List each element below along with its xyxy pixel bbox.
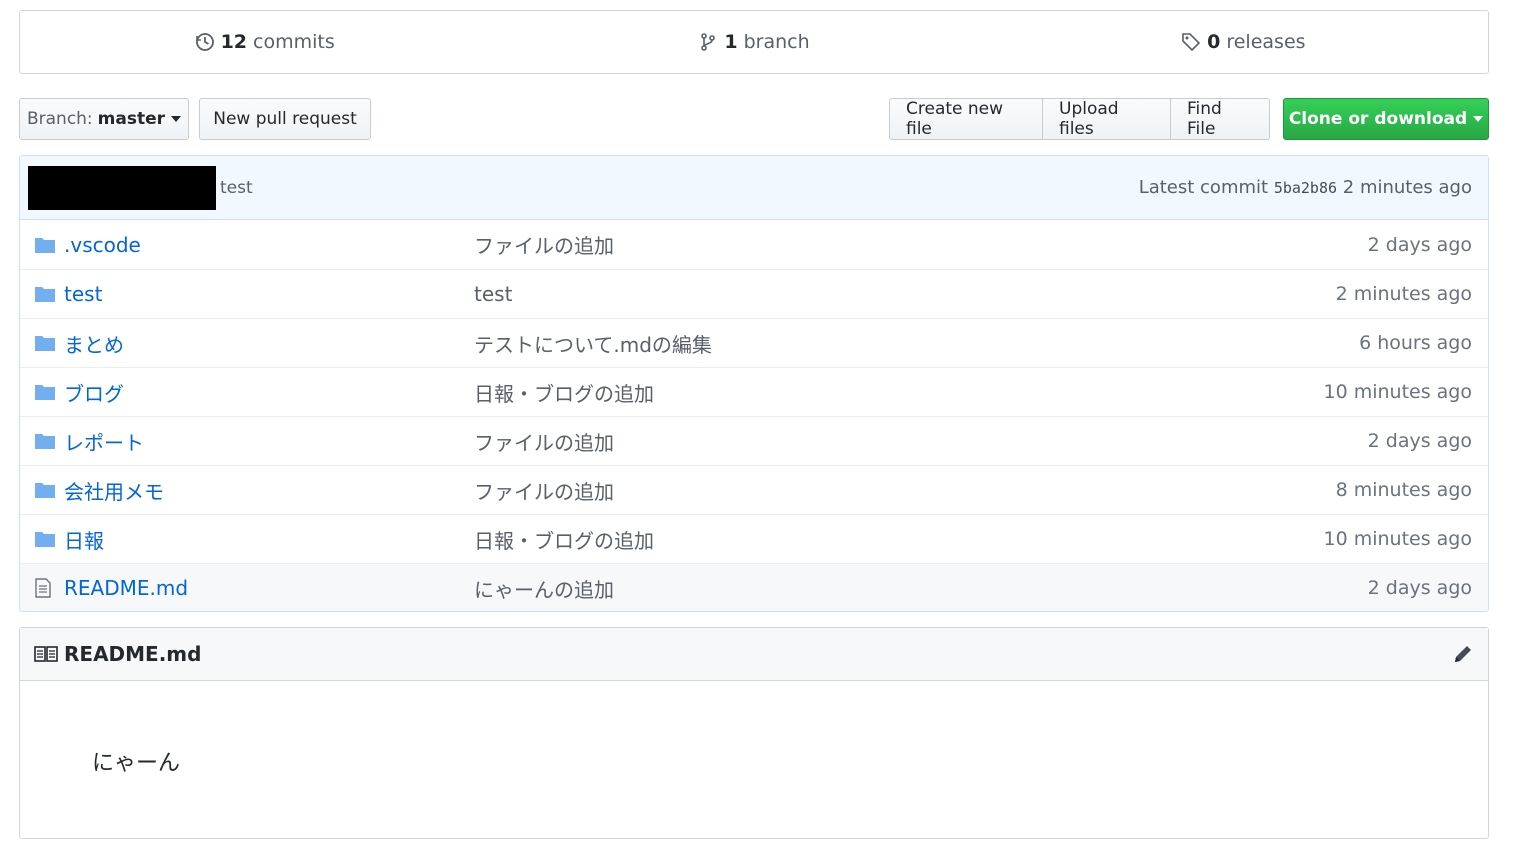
- readme-title: README.md: [64, 642, 202, 666]
- file-row[interactable]: レポート ファイルの追加 2 days ago: [20, 416, 1488, 465]
- folder-icon: [34, 382, 56, 402]
- file-name-link[interactable]: 会社用メモ: [64, 476, 474, 505]
- folder-icon: [34, 431, 56, 451]
- file-name-link[interactable]: まとめ: [64, 329, 474, 358]
- releases-label: releases: [1226, 31, 1306, 53]
- commits-count: 12: [220, 31, 248, 53]
- branches-link[interactable]: 1 branch: [509, 31, 998, 53]
- file-age: 8 minutes ago: [1335, 479, 1472, 501]
- find-file-button[interactable]: Find File: [1170, 98, 1270, 140]
- file-row[interactable]: 会社用メモ ファイルの追加 8 minutes ago: [20, 465, 1488, 514]
- file-icon: [34, 578, 56, 598]
- commit-tease: test Latest commit 5ba2b86 2 minutes ago: [20, 156, 1488, 220]
- commit-sha[interactable]: 5ba2b86: [1274, 179, 1337, 197]
- file-age: 2 minutes ago: [1335, 283, 1472, 305]
- file-actions-group: Create new file Upload files Find File: [889, 98, 1270, 140]
- commits-label: commits: [253, 31, 335, 53]
- new-pull-request-button[interactable]: New pull request: [199, 98, 371, 140]
- clone-label: Clone or download: [1288, 109, 1468, 129]
- create-new-file-button[interactable]: Create new file: [889, 98, 1043, 140]
- folder-icon: [34, 284, 56, 304]
- file-row[interactable]: ブログ 日報・ブログの追加 10 minutes ago: [20, 367, 1488, 416]
- history-icon: [195, 33, 214, 51]
- file-commit-message[interactable]: 日報・ブログの追加: [474, 525, 1324, 554]
- upload-files-button[interactable]: Upload files: [1042, 98, 1171, 140]
- branch-icon: [701, 33, 716, 51]
- releases-link[interactable]: 0 releases: [999, 31, 1488, 53]
- file-age: 2 days ago: [1367, 430, 1472, 452]
- file-commit-message[interactable]: ファイルの追加: [474, 230, 1368, 259]
- file-row[interactable]: README.md にゃーんの追加 2 days ago: [20, 563, 1488, 611]
- latest-commit-label: Latest commit: [1138, 177, 1269, 198]
- file-commit-message[interactable]: にゃーんの追加: [474, 574, 1368, 603]
- tag-icon: [1182, 33, 1201, 52]
- file-age: 10 minutes ago: [1323, 528, 1473, 550]
- file-table: test Latest commit 5ba2b86 2 minutes ago…: [19, 155, 1489, 612]
- file-row[interactable]: 日報 日報・ブログの追加 10 minutes ago: [20, 514, 1488, 563]
- folder-icon: [34, 333, 56, 353]
- file-name-link[interactable]: README.md: [64, 576, 474, 600]
- file-row[interactable]: まとめ テストについて.mdの編集 6 hours ago: [20, 318, 1488, 367]
- redacted-author: [28, 165, 216, 210]
- caret-down-icon: [171, 116, 182, 122]
- file-row[interactable]: .vscode ファイルの追加 2 days ago: [20, 220, 1488, 269]
- file-age: 6 hours ago: [1359, 332, 1472, 354]
- branch-label: Branch:: [26, 109, 93, 129]
- readme-header: README.md: [20, 628, 1488, 681]
- file-name-link[interactable]: ブログ: [64, 378, 474, 407]
- folder-icon: [34, 529, 56, 549]
- pencil-icon[interactable]: [1452, 643, 1474, 665]
- readme-content: にゃーん: [92, 751, 181, 776]
- branch-select-button[interactable]: Branch: master: [19, 98, 189, 140]
- latest-commit: Latest commit 5ba2b86 2 minutes ago: [1139, 177, 1472, 198]
- branches-label: branch: [743, 31, 810, 53]
- readme-box: README.md にゃーん: [19, 627, 1489, 839]
- file-age: 10 minutes ago: [1323, 381, 1473, 403]
- file-commit-message[interactable]: ファイルの追加: [474, 427, 1368, 456]
- file-row[interactable]: test test 2 minutes ago: [20, 269, 1488, 318]
- file-commit-message[interactable]: テストについて.mdの編集: [474, 329, 1359, 358]
- folder-icon: [34, 480, 56, 500]
- file-age: 2 days ago: [1367, 233, 1472, 256]
- file-commit-message[interactable]: ファイルの追加: [474, 476, 1336, 505]
- repo-summary-bar: 12 commits 1 branch 0 releases: [19, 10, 1489, 74]
- clone-or-download-button[interactable]: Clone or download: [1283, 98, 1489, 140]
- caret-down-icon: [1473, 116, 1484, 122]
- file-name-link[interactable]: .vscode: [64, 233, 474, 257]
- book-icon: [34, 646, 58, 662]
- file-age: 2 days ago: [1367, 577, 1472, 599]
- releases-count: 0: [1207, 31, 1221, 53]
- commit-age: 2 minutes ago: [1342, 177, 1472, 198]
- file-commit-message[interactable]: test: [474, 282, 1336, 306]
- file-name-link[interactable]: レポート: [64, 427, 474, 456]
- folder-icon: [34, 235, 56, 255]
- file-name-link[interactable]: test: [64, 282, 474, 306]
- commits-link[interactable]: 12 commits: [20, 31, 509, 53]
- branches-count: 1: [724, 31, 738, 53]
- branch-value: master: [97, 109, 166, 129]
- file-name-link[interactable]: 日報: [64, 525, 474, 554]
- commit-message[interactable]: test: [220, 178, 253, 198]
- file-commit-message[interactable]: 日報・ブログの追加: [474, 378, 1324, 407]
